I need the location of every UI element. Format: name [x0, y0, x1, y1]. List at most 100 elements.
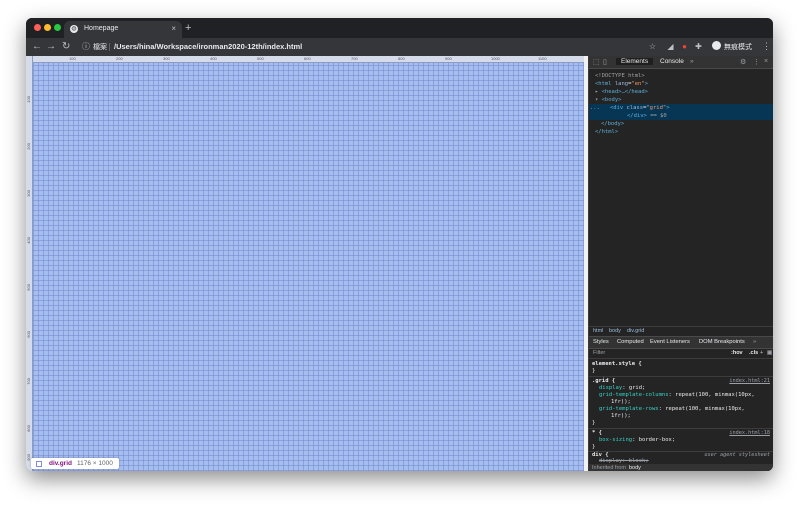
body-close-tag: </body> [601, 121, 625, 127]
breadcrumb: html body div.grid [589, 326, 773, 336]
head-tag: <head>…</head> [601, 89, 648, 95]
css-value: repeat(100, minmax(10px, [675, 392, 755, 398]
dom-div-close[interactable]: </div> == $0 [589, 112, 773, 120]
tab-dom-breakpoints[interactable]: DOM Breakpoints [699, 339, 745, 345]
dom-html-close[interactable]: </html> [595, 128, 618, 136]
address-url[interactable]: /Users/hina/Workspace/ironman2020-12th/i… [114, 42, 302, 51]
hover-state-toggle[interactable]: :hov [731, 350, 743, 356]
styles-filter-bar: Filter :hov .cls + ▣ [589, 348, 773, 359]
css-property: display [599, 385, 623, 391]
grid-rule-selector[interactable]: .grid { [592, 378, 615, 385]
tab-computed[interactable]: Computed [617, 339, 644, 345]
breadcrumb-html[interactable]: html [593, 328, 603, 334]
columns-declaration[interactable]: grid-template-columns: repeat(100, minma… [599, 392, 755, 399]
ruler-tick: 600 [304, 56, 311, 61]
more-panes-icon[interactable]: » [753, 339, 756, 345]
computed-sidebar-icon[interactable]: ▣ [767, 350, 772, 356]
back-button[interactable]: ← [32, 41, 42, 53]
bookmark-star-icon[interactable]: ☆ [648, 42, 657, 52]
devtools-close-icon[interactable]: × [764, 58, 768, 65]
css-property: grid-template-columns [599, 392, 669, 398]
dom-doctype[interactable]: <!DOCTYPE html> [595, 72, 645, 80]
columns-value-cont: 1fr)); [611, 399, 631, 405]
device-toolbar-icon[interactable]: ▯ [603, 58, 607, 66]
horizontal-ruler: 100 200 300 400 500 600 700 800 900 1000… [26, 56, 584, 63]
devtools-panel: ⬚ ▯ Elements Console » ⚙ ⋮ × <!DOCTYPE h… [588, 56, 773, 471]
settings-gear-icon[interactable]: ⚙ [740, 58, 746, 66]
element-style-selector[interactable]: element.style { [592, 361, 642, 368]
dom-body-open[interactable]: ▾ <body> [595, 96, 622, 104]
html-tag: <html [595, 81, 612, 87]
breadcrumb-div-grid[interactable]: div.grid [627, 328, 644, 334]
rule-close: } [592, 368, 596, 374]
browser-menu-icon[interactable]: ⋮ [762, 41, 771, 52]
expand-arrow-icon[interactable]: ▸ [595, 89, 598, 95]
ruler-tick: 500 [26, 284, 31, 291]
more-tabs-icon[interactable]: » [690, 58, 694, 65]
tab-styles[interactable]: Styles [593, 339, 609, 345]
tab-close-icon[interactable]: × [171, 24, 176, 33]
address-scheme-label: 檔案 [93, 44, 107, 51]
class-toggle[interactable]: .cls [749, 350, 758, 356]
tag-end: > [666, 105, 670, 111]
grid-overlay[interactable] [33, 63, 584, 471]
element-inspect-tooltip: div.grid 1176 × 1000 [31, 458, 119, 469]
close-window-button[interactable] [34, 24, 41, 31]
incognito-label[interactable]: 無痕模式 [724, 42, 752, 52]
dom-body-close[interactable]: </body> [601, 120, 624, 128]
globe-icon: ◍ [70, 25, 78, 33]
dom-html-open[interactable]: <html lang="en"> [595, 80, 648, 88]
forward-button[interactable]: → [46, 41, 56, 53]
box-sizing-declaration[interactable]: box-sizing: border-box; [599, 437, 675, 444]
tab-elements[interactable]: Elements [616, 58, 654, 65]
ruler-tick: 800 [398, 56, 405, 61]
rows-declaration[interactable]: grid-template-rows: repeat(100, minmax(1… [599, 406, 745, 413]
node-ellipsis[interactable]: ... [590, 105, 600, 111]
extension-icon[interactable]: ◢ [666, 42, 675, 52]
address-bar[interactable]: ⓘ 檔案 /Users/hina/Workspace/ironman2020-1… [76, 40, 666, 54]
tab-strip: ◍ Homepage × + [26, 18, 773, 38]
puzzle-icon[interactable]: ✚ [694, 42, 703, 52]
new-rule-icon[interactable]: + [760, 350, 763, 356]
incognito-avatar-icon[interactable] [712, 41, 721, 50]
extension-red-icon[interactable]: ● [680, 42, 689, 52]
rule-close: } [592, 444, 596, 450]
body-tag: <body> [601, 97, 622, 103]
tab-event-listeners[interactable]: Event Listeners [650, 339, 690, 345]
star-rule-source-link[interactable]: index.html:18 [729, 430, 770, 436]
ruler-tick: 600 [26, 331, 31, 338]
breadcrumb-body[interactable]: body [609, 328, 621, 334]
address-separator [109, 43, 110, 51]
ruler-tick: 700 [26, 378, 31, 385]
styles-filter-input[interactable]: Filter [593, 350, 605, 356]
inherited-label: Inherited from [592, 465, 626, 471]
browser-tab[interactable]: ◍ Homepage × [64, 21, 182, 38]
display-declaration[interactable]: display: grid; [599, 385, 645, 392]
ruler-tick: 400 [210, 56, 217, 61]
maximize-window-button[interactable] [54, 24, 61, 31]
star-rule-selector[interactable]: * { [592, 430, 602, 437]
ruler-tick: 100 [26, 96, 31, 103]
browser-toolbar: ← → ↻ ⓘ 檔案 /Users/hina/Workspace/ironman… [26, 38, 773, 56]
info-icon[interactable]: ⓘ [82, 41, 90, 52]
styles-pane: element.style { } .grid { index.html:21 … [589, 359, 773, 471]
collapse-arrow-icon[interactable]: ▾ [595, 97, 598, 103]
grid-rule-source-link[interactable]: index.html:21 [729, 378, 770, 384]
rule-divider [589, 428, 773, 429]
dom-head[interactable]: ▸ <head>…</head> [595, 88, 648, 96]
minimize-window-button[interactable] [44, 24, 51, 31]
css-property: box-sizing [599, 437, 633, 443]
ruler-tick: 1000 [491, 56, 500, 61]
new-tab-button[interactable]: + [185, 21, 191, 35]
ruler-tick: 400 [26, 237, 31, 244]
inherited-tag-link[interactable]: body [629, 465, 641, 471]
tab-console[interactable]: Console [660, 58, 684, 65]
attr-value: "grid" [646, 105, 667, 111]
devtools-menu-icon[interactable]: ⋮ [753, 58, 760, 66]
inherited-from-header: Inherited from body [589, 464, 773, 471]
dom-div-grid[interactable]: ... <div class="grid"> [589, 104, 773, 112]
inspect-element-icon[interactable]: ⬚ [593, 58, 600, 66]
css-value: repeat(100, minmax(10px, [665, 406, 745, 412]
reload-button[interactable]: ↻ [62, 41, 70, 53]
browser-window: ◍ Homepage × + ← → ↻ ⓘ 檔案 /Users/hina/Wo… [26, 18, 773, 471]
